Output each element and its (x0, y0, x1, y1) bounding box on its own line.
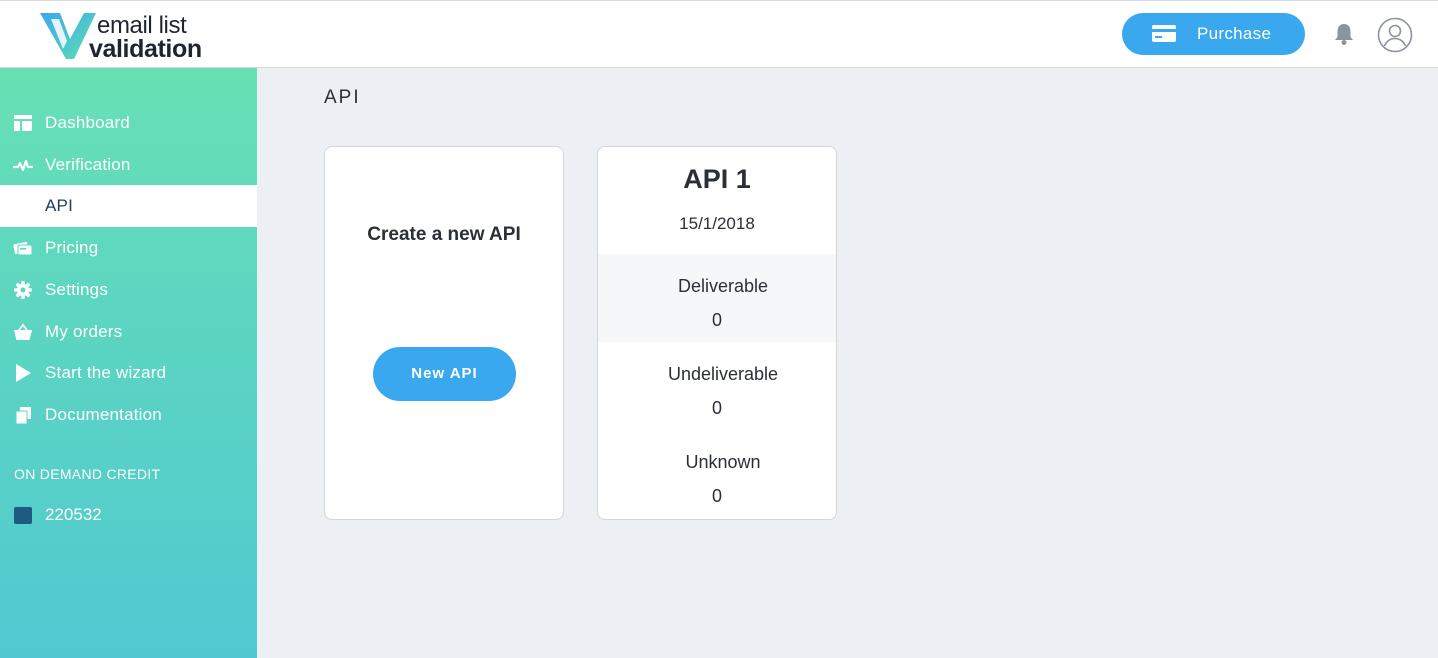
gear-icon (14, 281, 32, 299)
logo[interactable]: email list validation (38, 7, 213, 63)
sidebar-item-label: Start the wizard (45, 363, 167, 382)
top-header: email list validation Purchase (0, 0, 1438, 68)
sidebar-item-label: API (45, 196, 74, 215)
credit-section-label: ON DEMAND CREDIT (14, 466, 161, 482)
stat-undeliverable: Undeliverable 0 (598, 342, 836, 430)
sidebar-item-label: Pricing (45, 238, 99, 257)
stat-label: Undeliverable (667, 364, 779, 384)
pricing-icon (13, 241, 33, 256)
stat-label: Deliverable (677, 276, 769, 296)
sidebar-item-pricing[interactable]: Pricing (0, 227, 257, 269)
sidebar-item-label: Verification (45, 155, 131, 174)
sidebar-item-start-wizard[interactable]: Start the wizard (0, 352, 257, 394)
credit-card-icon (1152, 25, 1176, 42)
page-title: API (324, 87, 361, 108)
pulse-icon (13, 159, 33, 172)
sidebar-item-label: My orders (45, 322, 123, 341)
stat-value: 0 (711, 486, 722, 506)
documents-icon (15, 407, 31, 424)
play-icon (16, 364, 31, 382)
sidebar: Dashboard Verification API Pricing Setti… (0, 68, 257, 658)
api-card[interactable]: API 1 15/1/2018 Deliverable 0 Undelivera… (597, 146, 837, 520)
bell-icon[interactable] (1333, 22, 1355, 46)
sidebar-item-documentation[interactable]: Documentation (0, 394, 257, 436)
basket-icon (14, 323, 32, 340)
logo-text-bottom: validation (89, 35, 202, 63)
sidebar-item-label: Documentation (45, 405, 162, 424)
user-avatar-icon[interactable] (1377, 17, 1413, 53)
stat-deliverable: Deliverable 0 (598, 254, 836, 342)
api-name: API 1 (683, 164, 751, 194)
stat-value: 0 (711, 310, 722, 330)
purchase-button[interactable]: Purchase (1122, 13, 1305, 55)
sidebar-item-label: Settings (45, 280, 109, 299)
sidebar-item-settings[interactable]: Settings (0, 269, 257, 311)
credit-balance: 220532 (0, 500, 257, 530)
stat-unknown: Unknown 0 (598, 430, 836, 518)
credit-value: 220532 (45, 505, 102, 524)
stat-value: 0 (711, 398, 722, 418)
api-created-date: 15/1/2018 (679, 214, 755, 233)
create-api-heading: Create a new API (367, 224, 521, 245)
sidebar-item-dashboard[interactable]: Dashboard (0, 102, 257, 144)
dashboard-icon (14, 115, 32, 131)
sidebar-item-api[interactable]: API (0, 185, 257, 227)
sidebar-item-label: Dashboard (45, 113, 130, 132)
credit-square-icon (14, 507, 32, 524)
sidebar-item-my-orders[interactable]: My orders (0, 311, 257, 353)
create-api-card: Create a new API New API (324, 146, 564, 520)
purchase-label: Purchase (1197, 24, 1272, 43)
new-api-button[interactable]: New API (373, 347, 516, 401)
stat-label: Unknown (685, 452, 761, 472)
sidebar-item-verification[interactable]: Verification (0, 144, 257, 186)
